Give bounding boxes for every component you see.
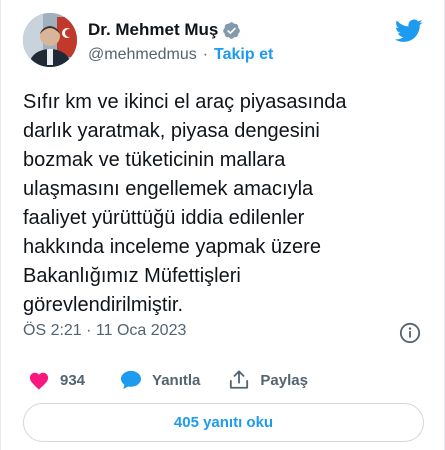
tweet-timestamp[interactable]: ÖS 2:21 · 11 Oca 2023 — [23, 322, 186, 340]
tweet-text: Sıfır km ve ikinci el araç piyasasında d… — [23, 91, 347, 316]
avatar[interactable] — [23, 13, 77, 67]
reply-button[interactable]: Yanıtla — [120, 370, 200, 390]
tweet-card: Dr. Mehmet Muş @mehmedmus · Takip et Sıf… — [0, 0, 445, 450]
reply-label: Yanıtla — [152, 371, 201, 389]
follow-button[interactable]: Takip et — [214, 46, 273, 64]
share-label: Paylaş — [260, 371, 308, 389]
verified-badge-icon — [223, 21, 241, 39]
like-count: 934 — [60, 371, 86, 389]
speech-bubble-icon — [121, 370, 142, 390]
heart-icon — [29, 372, 49, 390]
separator-dot: · — [202, 46, 209, 63]
twitter-bird-icon[interactable] — [395, 19, 423, 43]
share-icon — [230, 370, 249, 389]
tweet-actions: 934 Yanıtla Paylaş — [28, 370, 308, 390]
tweet-timestamp-row: ÖS 2:21 · 11 Oca 2023 — [23, 322, 423, 340]
author-name-row: Dr. Mehmet Muş — [88, 20, 241, 40]
author-handle-row: @mehmedmus · Takip et — [88, 46, 273, 64]
share-button[interactable]: Paylaş — [228, 370, 308, 390]
like-button[interactable]: 934 — [28, 370, 85, 390]
info-icon[interactable] — [399, 322, 421, 344]
author-display-name[interactable]: Dr. Mehmet Muş — [88, 20, 218, 40]
author-handle[interactable]: @mehmedmus — [88, 46, 197, 64]
read-replies-button[interactable]: 405 yanıtı oku — [23, 403, 424, 442]
